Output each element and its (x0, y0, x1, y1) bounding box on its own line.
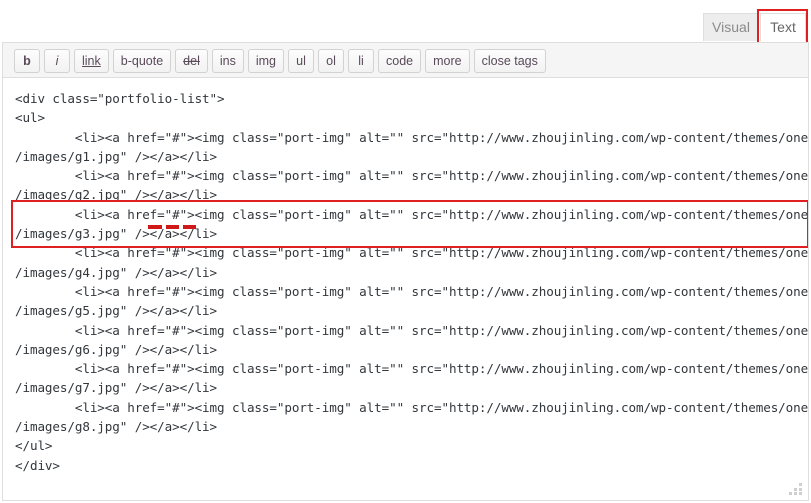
editor-mode-tabs: Visual Text (0, 0, 811, 45)
qt-button-ins[interactable]: ins (211, 49, 244, 73)
content-textarea[interactable]: <div class="portfolio-list"> <ul> <li><a… (2, 78, 809, 501)
quicktags-toolbar: b i link b-quote del ins img ul ol li co… (2, 42, 809, 78)
qt-button-li[interactable]: li (348, 49, 374, 73)
qt-button-more[interactable]: more (425, 49, 470, 73)
qt-button-ol[interactable]: ol (318, 49, 344, 73)
tab-visual[interactable]: Visual (703, 13, 759, 41)
content-textarea-text[interactable]: <div class="portfolio-list"> <ul> <li><a… (15, 89, 808, 475)
qt-button-img[interactable]: img (247, 49, 284, 73)
qt-button-i[interactable]: i (44, 49, 70, 73)
qt-button-b-quote[interactable]: b-quote (112, 49, 172, 73)
qt-button-b[interactable]: b (14, 49, 40, 73)
qt-button-ul[interactable]: ul (288, 49, 314, 73)
qt-button-close-tags[interactable]: close tags (473, 49, 546, 73)
resize-handle-icon[interactable] (788, 481, 802, 495)
qt-button-code[interactable]: code (378, 49, 422, 73)
qt-button-link[interactable]: link (74, 49, 109, 73)
qt-button-del[interactable]: del (175, 49, 208, 73)
quicktags-button-group: b i link b-quote del ins img ul ol li co… (14, 49, 546, 73)
html-text-editor: Visual Text b i link b-quote del ins img… (0, 0, 811, 503)
tab-text[interactable]: Text (760, 13, 806, 41)
